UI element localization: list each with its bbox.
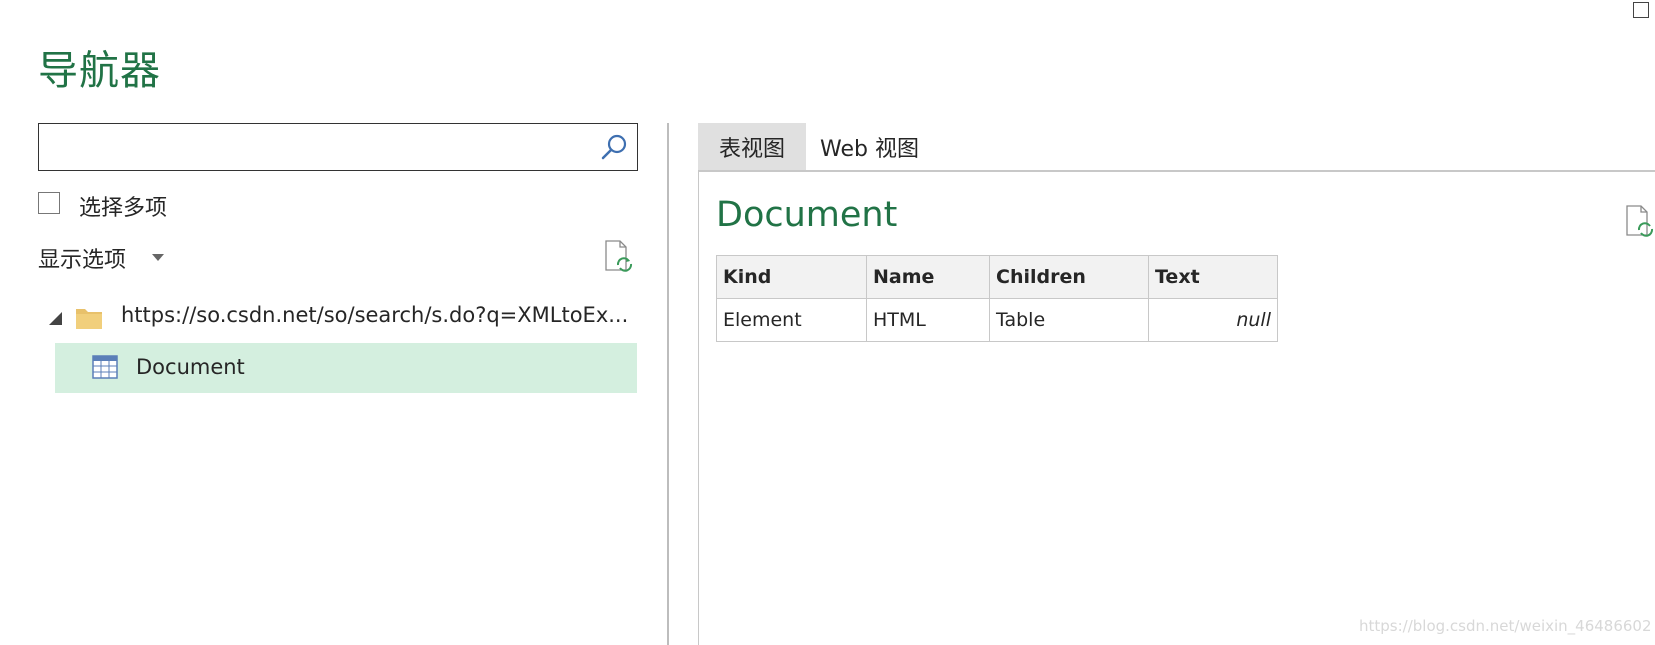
display-options-button[interactable]: 显示选项 bbox=[38, 242, 126, 274]
search-input[interactable] bbox=[45, 130, 589, 164]
search-box[interactable] bbox=[38, 123, 638, 171]
column-header[interactable]: Children bbox=[989, 255, 1149, 299]
tab-table-view[interactable]: 表视图 bbox=[698, 123, 806, 170]
preview-title: Document bbox=[716, 195, 898, 235]
table-icon bbox=[92, 355, 118, 379]
tree-item-document[interactable]: Document bbox=[55, 343, 637, 393]
refresh-file-icon[interactable] bbox=[1624, 205, 1654, 237]
navigator-title: 导航器 bbox=[38, 48, 161, 94]
table-cell[interactable]: Element bbox=[716, 298, 867, 342]
expand-arrow-icon[interactable] bbox=[49, 312, 62, 325]
refresh-file-icon[interactable] bbox=[603, 240, 633, 272]
search-icon[interactable] bbox=[599, 132, 629, 162]
tree-item-label: Document bbox=[136, 355, 245, 379]
select-multiple-checkbox[interactable] bbox=[38, 192, 60, 214]
table-cell[interactable]: HTML bbox=[866, 298, 990, 342]
column-header[interactable]: Text bbox=[1148, 255, 1278, 299]
table-cell[interactable]: null bbox=[1148, 298, 1278, 342]
preview-pane bbox=[698, 170, 1655, 645]
watermark: https://blog.csdn.net/weixin_46486602 bbox=[1359, 617, 1652, 635]
caret-down-icon[interactable] bbox=[152, 254, 164, 261]
select-multiple-label[interactable]: 选择多项 bbox=[79, 190, 167, 222]
table-header-row: Kind Name Children Text bbox=[716, 255, 1278, 299]
table-cell[interactable]: Table bbox=[989, 298, 1149, 342]
pane-splitter[interactable] bbox=[667, 123, 669, 645]
table-row: Element HTML Table null bbox=[716, 298, 1278, 342]
tree-root-url[interactable]: https://so.csdn.net/so/search/s.do?q=XML… bbox=[121, 303, 633, 327]
folder-icon bbox=[76, 309, 102, 329]
maximize-icon[interactable] bbox=[1633, 2, 1649, 18]
preview-table: Kind Name Children Text Element HTML Tab… bbox=[716, 255, 1278, 342]
tab-web-view[interactable]: Web 视图 bbox=[820, 123, 919, 170]
column-header[interactable]: Name bbox=[866, 255, 990, 299]
column-header[interactable]: Kind bbox=[716, 255, 867, 299]
